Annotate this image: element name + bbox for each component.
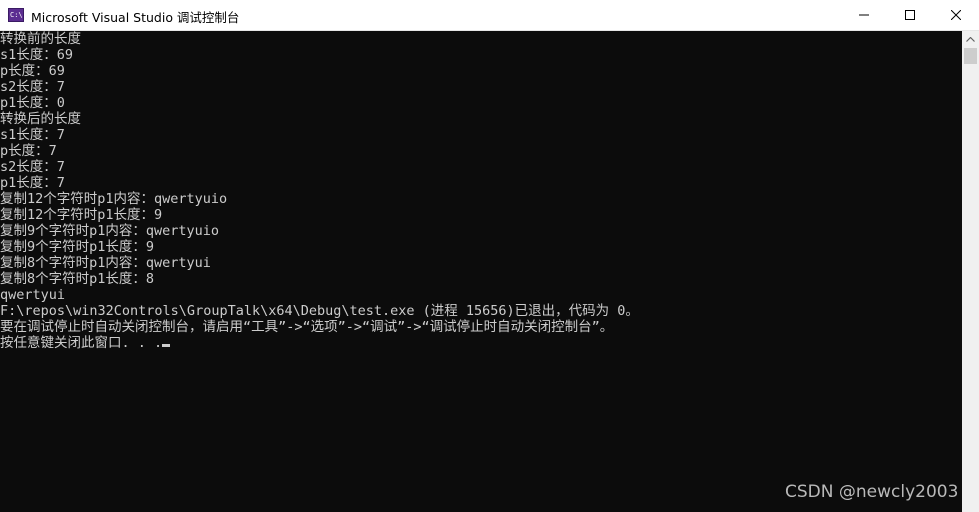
- console-output[interactable]: 转换前的长度 s1长度：69 p长度：69 s2长度：7 p1长度：0 转换后的…: [0, 31, 962, 512]
- close-icon: [951, 10, 961, 20]
- console-line: p1长度：7: [0, 175, 65, 191]
- scroll-up-button[interactable]: [962, 31, 979, 48]
- vertical-scrollbar[interactable]: [962, 31, 979, 512]
- console-line: s2长度：7: [0, 159, 65, 175]
- watermark: CSDN @newcly2003: [785, 482, 959, 502]
- console-line: s2长度：7: [0, 79, 65, 95]
- console-line: 转换后的长度: [0, 111, 81, 127]
- scroll-thumb[interactable]: [964, 48, 977, 64]
- console-line: F:\repos\win32Controls\GroupTalk\x64\Deb…: [0, 303, 639, 319]
- console-line: 复制9个字符时p1内容：qwertyuio: [0, 223, 220, 239]
- console-line: 转换前的长度: [0, 31, 81, 47]
- minimize-button[interactable]: [841, 0, 887, 30]
- console-line: s1长度：69: [0, 47, 74, 63]
- console-app-icon[interactable]: [8, 8, 24, 22]
- console-line: qwertyui: [0, 287, 66, 303]
- text-cursor: [162, 344, 171, 347]
- scroll-up-arrow-icon: [966, 37, 975, 42]
- console-window: Microsoft Visual Studio 调试控制台 转换前的长度 s1长…: [0, 0, 979, 512]
- console-line: 复制9个字符时p1长度：9: [0, 239, 155, 255]
- maximize-icon: [905, 10, 915, 20]
- title-bar[interactable]: Microsoft Visual Studio 调试控制台: [0, 0, 979, 31]
- console-line: 复制12个字符时p1长度：9: [0, 207, 163, 223]
- minimize-icon: [859, 14, 869, 16]
- console-line: p长度：69: [0, 63, 65, 79]
- console-line: 要在调试停止时自动关闭控制台，请启用“工具”->“选项”->“调试”->“调试停…: [0, 319, 614, 335]
- console-line: s1长度：7: [0, 127, 65, 143]
- console-line: 复制8个字符时p1长度：8: [0, 271, 155, 287]
- console-line: p1长度：0: [0, 95, 65, 111]
- console-line: 复制8个字符时p1内容：qwertyui: [0, 255, 211, 271]
- console-line: 复制12个字符时p1内容：qwertyuio: [0, 191, 228, 207]
- maximize-button[interactable]: [887, 0, 933, 30]
- window-title: Microsoft Visual Studio 调试控制台: [31, 10, 240, 25]
- console-prompt-text: 按任意键关闭此窗口. . .: [0, 335, 163, 351]
- close-button[interactable]: [933, 0, 979, 30]
- console-prompt-line: 按任意键关闭此窗口. . .: [0, 335, 962, 351]
- console-line: p长度：7: [0, 143, 57, 159]
